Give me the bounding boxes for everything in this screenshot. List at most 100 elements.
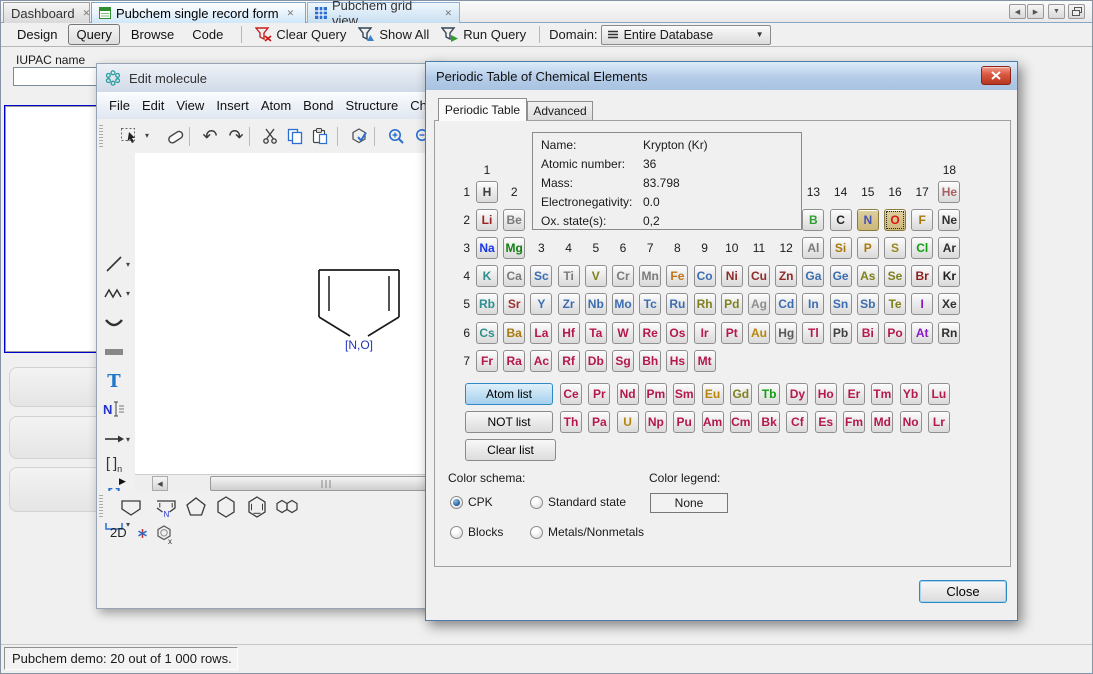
chevron-down-icon[interactable]: ▾ xyxy=(126,260,130,269)
element-cell-Mo[interactable]: Mo xyxy=(612,293,634,315)
element-cell-Np[interactable]: Np xyxy=(645,411,667,433)
element-cell-Bk[interactable]: Bk xyxy=(758,411,780,433)
naphthalene-template[interactable] xyxy=(273,493,301,521)
mode-button-design[interactable]: Design xyxy=(10,25,64,44)
element-cell-Fr[interactable]: Fr xyxy=(476,350,498,372)
element-cell-Pu[interactable]: Pu xyxy=(673,411,695,433)
element-cell-Gd[interactable]: Gd xyxy=(730,383,752,405)
element-cell-Sc[interactable]: Sc xyxy=(530,265,552,287)
element-cell-Re[interactable]: Re xyxy=(639,322,661,344)
element-cell-Rb[interactable]: Rb xyxy=(476,293,498,315)
tab-list-icon[interactable]: ▼ xyxy=(1048,4,1065,19)
action-button-show-all[interactable]: Show All xyxy=(352,27,435,42)
element-cell-Pr[interactable]: Pr xyxy=(588,383,610,405)
element-cell-S[interactable]: S xyxy=(884,237,906,259)
tab-close-icon[interactable]: ✕ xyxy=(444,8,452,19)
undo-icon[interactable]: ↶ xyxy=(198,125,222,147)
element-cell-Cs[interactable]: Cs xyxy=(476,322,498,344)
element-cell-Al[interactable]: Al xyxy=(802,237,824,259)
element-cell-I[interactable]: I xyxy=(911,293,933,315)
abbreviated-group-icon[interactable]: x xyxy=(155,523,175,545)
mode-button-browse[interactable]: Browse xyxy=(124,25,181,44)
element-cell-Tl[interactable]: Tl xyxy=(802,322,824,344)
element-cell-Os[interactable]: Os xyxy=(666,322,688,344)
menu-view[interactable]: View xyxy=(170,95,210,116)
document-tab-pubchem-single-record-form[interactable]: Pubchem single record form✕ xyxy=(91,2,306,23)
dimension-mode-label[interactable]: 2D xyxy=(110,525,127,540)
menu-edit[interactable]: Edit xyxy=(136,95,170,116)
chevron-down-icon[interactable]: ▾ xyxy=(145,131,149,140)
element-cell-Bi[interactable]: Bi xyxy=(857,322,879,344)
element-cell-He[interactable]: He xyxy=(938,181,960,203)
menu-structure[interactable]: Structure xyxy=(340,95,405,116)
mode-button-query[interactable]: Query xyxy=(68,24,119,45)
element-cell-As[interactable]: As xyxy=(857,265,879,287)
repeat-group-icon[interactable]: [ ]n xyxy=(102,452,126,476)
select-tool-icon[interactable] xyxy=(119,125,143,147)
element-cell-Sr[interactable]: Sr xyxy=(503,293,525,315)
radio-metals-nonmetals[interactable] xyxy=(530,526,543,539)
element-cell-Tm[interactable]: Tm xyxy=(871,383,893,405)
action-button-clear-query[interactable]: Clear Query xyxy=(249,27,352,42)
element-cell-Hf[interactable]: Hf xyxy=(558,322,580,344)
element-cell-Cr[interactable]: Cr xyxy=(612,265,634,287)
tab-periodic-table[interactable]: Periodic Table xyxy=(438,98,527,121)
element-cell-F[interactable]: F xyxy=(911,209,933,231)
element-cell-Ra[interactable]: Ra xyxy=(503,350,525,372)
element-cell-Cf[interactable]: Cf xyxy=(786,411,808,433)
edit-molecule-titlebar[interactable]: Edit molecule xyxy=(97,64,440,92)
element-cell-Pd[interactable]: Pd xyxy=(721,293,743,315)
element-cell-At[interactable]: At xyxy=(911,322,933,344)
element-cell-Hg[interactable]: Hg xyxy=(775,322,797,344)
tab-close-icon[interactable]: ✕ xyxy=(83,8,91,19)
chain-tool-icon[interactable] xyxy=(102,281,126,305)
element-cell-In[interactable]: In xyxy=(802,293,824,315)
chevron-down-icon[interactable]: ▾ xyxy=(126,289,130,298)
element-cell-C[interactable]: C xyxy=(830,209,852,231)
menu-insert[interactable]: Insert xyxy=(210,95,255,116)
menu-atom[interactable]: Atom xyxy=(255,95,297,116)
element-cell-Yb[interactable]: Yb xyxy=(900,383,922,405)
element-cell-Ce[interactable]: Ce xyxy=(560,383,582,405)
molecule-canvas[interactable]: [N,O] xyxy=(135,153,441,474)
element-cell-B[interactable]: B xyxy=(802,209,824,231)
element-cell-Ru[interactable]: Ru xyxy=(666,293,688,315)
tab-advanced[interactable]: Advanced xyxy=(527,101,593,121)
element-cell-Cu[interactable]: Cu xyxy=(748,265,770,287)
panel-expander-icon[interactable]: ▶ xyxy=(119,476,126,487)
element-cell-Ni[interactable]: Ni xyxy=(721,265,743,287)
atom-list-label[interactable]: [N,O] xyxy=(331,338,387,352)
element-cell-Fe[interactable]: Fe xyxy=(666,265,688,287)
element-cell-Pb[interactable]: Pb xyxy=(830,322,852,344)
button-atom-list[interactable]: Atom list xyxy=(465,383,553,405)
element-cell-Ho[interactable]: Ho xyxy=(815,383,837,405)
action-button-run-query[interactable]: Run Query xyxy=(435,27,532,42)
element-cell-Te[interactable]: Te xyxy=(884,293,906,315)
mode-button-code[interactable]: Code xyxy=(185,25,230,44)
asterisk-icon[interactable] xyxy=(137,528,148,539)
element-cell-Ba[interactable]: Ba xyxy=(503,322,525,344)
close-button[interactable]: Close xyxy=(919,580,1007,603)
element-cell-Rh[interactable]: Rh xyxy=(694,293,716,315)
benzene-template[interactable] xyxy=(243,493,271,521)
element-cell-Se[interactable]: Se xyxy=(884,265,906,287)
element-cell-Mt[interactable]: Mt xyxy=(694,350,716,372)
copy-icon[interactable] xyxy=(283,125,307,147)
toolbar-drag-handle[interactable] xyxy=(99,125,103,147)
element-cell-Na[interactable]: Na xyxy=(476,237,498,259)
element-cell-W[interactable]: W xyxy=(612,322,634,344)
element-cell-Ag[interactable]: Ag xyxy=(748,293,770,315)
element-cell-Zn[interactable]: Zn xyxy=(775,265,797,287)
radio-standard-state[interactable] xyxy=(530,496,543,509)
element-cell-No[interactable]: No xyxy=(900,411,922,433)
arc-tool-icon[interactable] xyxy=(102,311,126,335)
element-cell-Si[interactable]: Si xyxy=(830,237,852,259)
paste-icon[interactable] xyxy=(308,125,332,147)
element-cell-Ac[interactable]: Ac xyxy=(530,350,552,372)
close-icon[interactable] xyxy=(981,66,1011,85)
element-cell-Ir[interactable]: Ir xyxy=(694,322,716,344)
element-cell-Sg[interactable]: Sg xyxy=(612,350,634,372)
element-cell-P[interactable]: P xyxy=(857,237,879,259)
text-tool-icon[interactable]: T xyxy=(102,369,126,393)
element-cell-Sb[interactable]: Sb xyxy=(857,293,879,315)
